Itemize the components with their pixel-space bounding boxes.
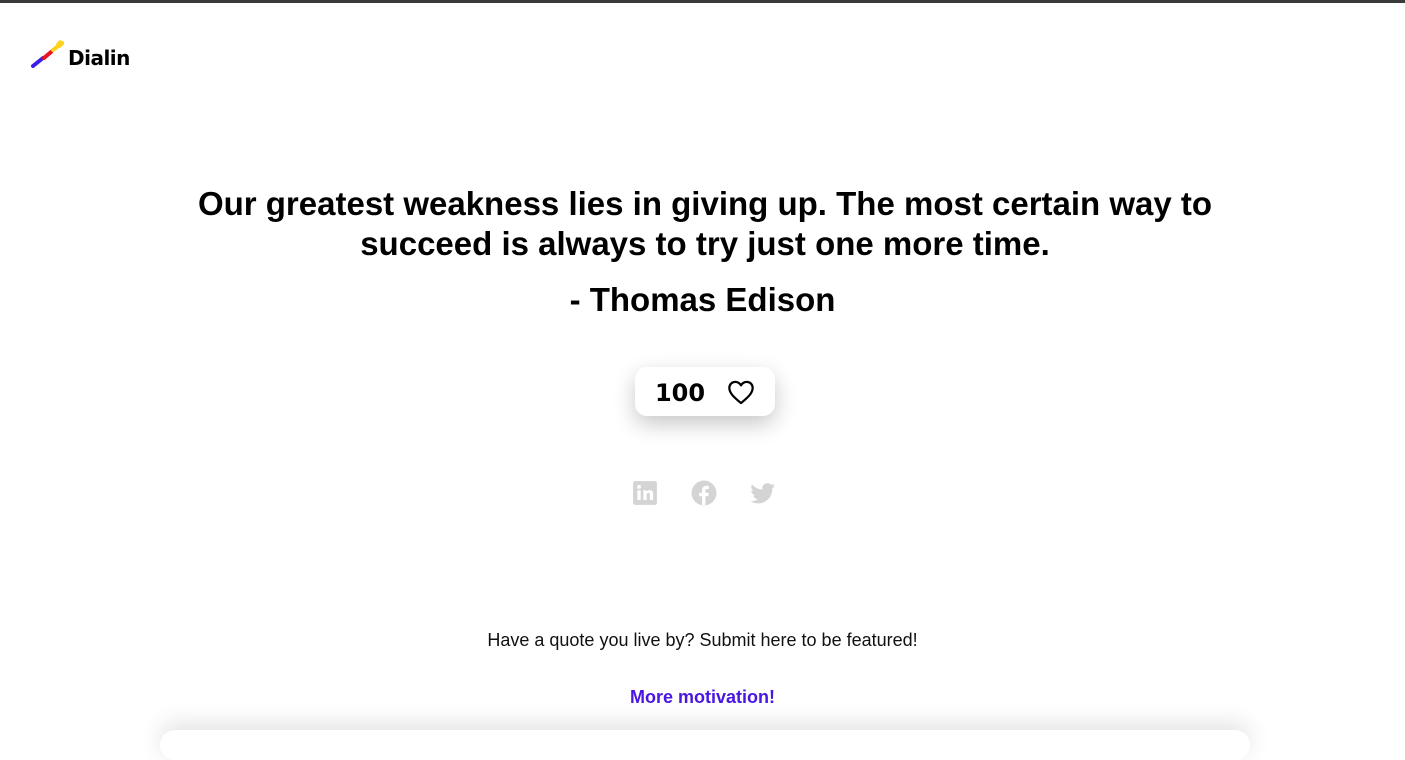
twitter-icon bbox=[750, 483, 776, 510]
like-button[interactable]: 100 bbox=[635, 367, 775, 416]
social-share-bar bbox=[632, 480, 776, 506]
linkedin-icon bbox=[632, 481, 658, 510]
twitter-share-link[interactable] bbox=[750, 480, 776, 506]
quote-text: Our greatest weakness lies in giving up.… bbox=[197, 185, 1213, 262]
more-motivation-link-label[interactable]: More motivation! bbox=[630, 687, 775, 707]
facebook-icon bbox=[691, 480, 717, 510]
submit-quote-text[interactable]: Have a quote you live by? Submit here to… bbox=[0, 630, 1405, 651]
dialin-logo-icon bbox=[31, 40, 67, 70]
quote-author: - Thomas Edison bbox=[569, 281, 836, 318]
bottom-card-edge bbox=[160, 730, 1250, 760]
more-motivation-link: More motivation! bbox=[0, 687, 1405, 708]
logo-link[interactable]: Dialin bbox=[31, 40, 130, 70]
facebook-share-link[interactable] bbox=[691, 480, 717, 506]
like-count: 100 bbox=[654, 378, 706, 407]
linkedin-share-link[interactable] bbox=[632, 480, 658, 506]
heart-icon bbox=[727, 379, 755, 405]
brand-name: Dialin bbox=[68, 46, 130, 70]
top-border bbox=[0, 0, 1405, 3]
